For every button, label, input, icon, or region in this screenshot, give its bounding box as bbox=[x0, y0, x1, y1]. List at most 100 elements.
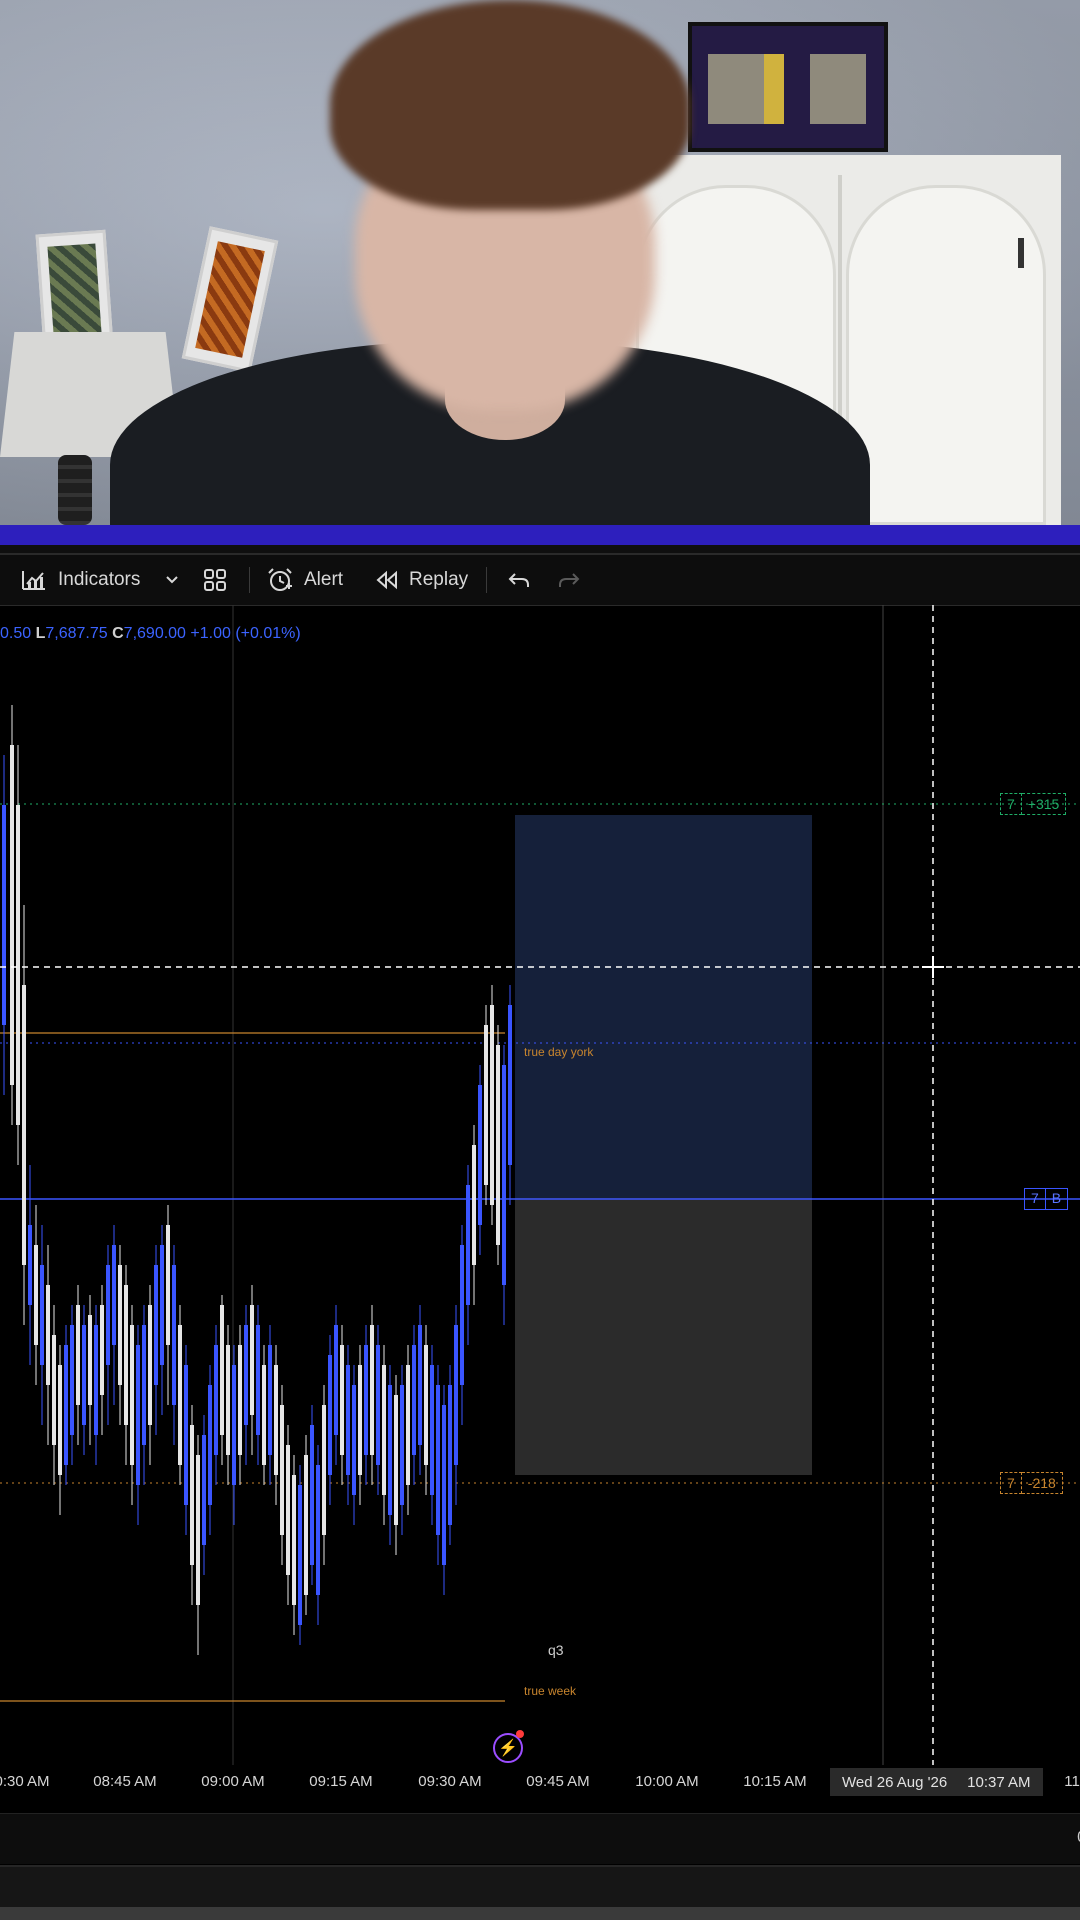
candle-body bbox=[34, 1245, 38, 1345]
layout-button[interactable] bbox=[203, 555, 227, 605]
webcam-feed bbox=[0, 0, 1080, 525]
stop-loss-qty: 7 bbox=[1000, 1472, 1022, 1494]
candle-body bbox=[412, 1345, 416, 1455]
grid-icon bbox=[203, 568, 227, 592]
time-tick: 09:15 AM bbox=[309, 1773, 373, 1790]
candle-body bbox=[118, 1265, 122, 1385]
bottom-panel bbox=[0, 1865, 1080, 1909]
candle-body bbox=[298, 1485, 302, 1625]
alarm-clock-icon bbox=[266, 566, 294, 594]
candle-body bbox=[352, 1385, 356, 1495]
position-side: B bbox=[1045, 1188, 1069, 1210]
redo-button[interactable] bbox=[558, 555, 580, 605]
lamp-base bbox=[58, 455, 92, 525]
candle-body bbox=[292, 1475, 296, 1605]
candle-body bbox=[460, 1245, 464, 1385]
candle-body bbox=[370, 1325, 374, 1455]
candle-body bbox=[238, 1345, 242, 1455]
profit-zone[interactable] bbox=[515, 815, 812, 1198]
bottom-edge bbox=[0, 1907, 1080, 1920]
candle-body bbox=[46, 1285, 50, 1385]
candle-body bbox=[10, 745, 14, 1085]
panel-top-strip bbox=[0, 545, 1080, 555]
candle-body bbox=[148, 1305, 152, 1425]
time-tick: 11 bbox=[1064, 1773, 1080, 1790]
candle-body bbox=[394, 1395, 398, 1525]
candle-body bbox=[286, 1445, 290, 1575]
undo-button[interactable] bbox=[508, 555, 530, 605]
chevron-down-icon bbox=[165, 575, 179, 585]
candle-body bbox=[136, 1345, 140, 1485]
crosshair-date: Wed 26 Aug '26 bbox=[842, 1773, 948, 1791]
candle-body bbox=[466, 1185, 470, 1305]
alert-button[interactable]: Alert bbox=[266, 555, 343, 605]
candle-body bbox=[322, 1405, 326, 1535]
trading-chart-panel: Indicators Alert Replay 0.50 L7,687.75 C… bbox=[0, 545, 1080, 1920]
take-profit-qty: 7 bbox=[1000, 793, 1022, 815]
time-tick: 10:00 AM bbox=[635, 1773, 699, 1790]
replay-button[interactable]: Replay bbox=[375, 555, 468, 605]
candle-body bbox=[40, 1265, 44, 1365]
candle-body bbox=[280, 1405, 284, 1535]
candle-body bbox=[436, 1385, 440, 1535]
bottom-toolbar: 0 bbox=[0, 1813, 1080, 1864]
time-tick: 09:30 AM bbox=[418, 1773, 482, 1790]
door-hinge bbox=[1018, 238, 1024, 268]
candle-body bbox=[454, 1325, 458, 1465]
candle-body bbox=[220, 1305, 224, 1435]
indicators-button[interactable]: Indicators bbox=[20, 555, 140, 605]
candle-body bbox=[208, 1385, 212, 1505]
candle-body bbox=[226, 1345, 230, 1455]
notification-dot bbox=[516, 1730, 524, 1738]
candle-body bbox=[112, 1245, 116, 1345]
crosshair-cursor-icon bbox=[922, 956, 944, 978]
person-hair bbox=[330, 0, 690, 210]
candle-body bbox=[448, 1385, 452, 1525]
candle-body bbox=[172, 1265, 176, 1405]
candle-body bbox=[358, 1365, 362, 1475]
candle-body bbox=[388, 1385, 392, 1515]
candle-body bbox=[340, 1345, 344, 1455]
candle-body bbox=[28, 1225, 32, 1305]
true-day-label: true day york bbox=[524, 1045, 594, 1059]
alert-label: Alert bbox=[304, 569, 344, 590]
toolbar-divider bbox=[249, 567, 250, 593]
price-chart[interactable] bbox=[0, 605, 1080, 1765]
rewind-icon bbox=[375, 570, 399, 590]
candle-body bbox=[400, 1385, 404, 1505]
champions-poster bbox=[688, 22, 888, 152]
loss-zone[interactable] bbox=[515, 1198, 812, 1475]
time-tick: 0:30 AM bbox=[0, 1773, 50, 1790]
time-axis[interactable]: 0:30 AM 08:45 AM 09:00 AM 09:15 AM 09:30… bbox=[0, 1765, 1080, 1799]
undo-icon bbox=[508, 570, 530, 590]
stop-loss-tag[interactable]: 7 -218 bbox=[1000, 1472, 1063, 1494]
time-tick: 09:45 AM bbox=[526, 1773, 590, 1790]
candle-body bbox=[262, 1365, 266, 1465]
time-tick: 10:15 AM bbox=[743, 1773, 807, 1790]
poster-photo bbox=[764, 54, 784, 124]
closet-door-right bbox=[846, 185, 1046, 525]
candle-body bbox=[64, 1345, 68, 1465]
candle-body bbox=[376, 1345, 380, 1465]
candle-body bbox=[142, 1325, 146, 1445]
indicators-icon bbox=[20, 567, 48, 593]
position-tag[interactable]: 7 B bbox=[1024, 1188, 1069, 1210]
take-profit-tag[interactable]: 7 +315 bbox=[1000, 793, 1067, 815]
candle-body bbox=[196, 1455, 200, 1605]
candle-body bbox=[124, 1285, 128, 1425]
indicators-dropdown[interactable] bbox=[165, 555, 179, 605]
candle-body bbox=[310, 1425, 314, 1565]
take-profit-value: +315 bbox=[1021, 793, 1067, 815]
candle-body bbox=[274, 1365, 278, 1475]
candle-body bbox=[154, 1265, 158, 1385]
candle-body bbox=[490, 1005, 494, 1205]
candle-body bbox=[346, 1365, 350, 1475]
candle-body bbox=[382, 1365, 386, 1495]
candle-body bbox=[244, 1325, 248, 1425]
candle-body bbox=[316, 1465, 320, 1595]
chart-toolbar: Indicators Alert Replay bbox=[0, 555, 1080, 606]
crosshair-time-label: Wed 26 Aug '26 10:37 AM bbox=[830, 1768, 1043, 1796]
time-tick: 08:45 AM bbox=[93, 1773, 157, 1790]
candle-body bbox=[508, 1005, 512, 1165]
candle-body bbox=[406, 1365, 410, 1485]
